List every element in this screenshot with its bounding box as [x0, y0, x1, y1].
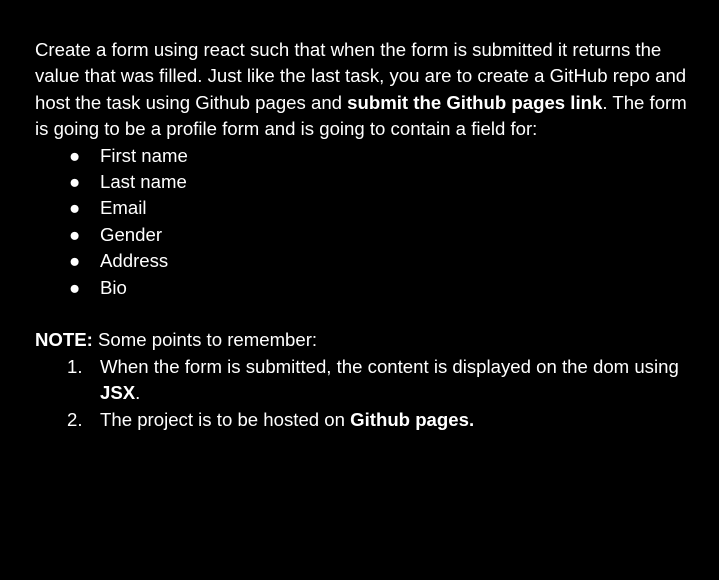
list-item: ● Gender — [35, 222, 695, 248]
note-list: 1. When the form is submitted, the conten… — [35, 354, 695, 433]
note-text: Some points to remember: — [92, 329, 318, 351]
list-item: ● First name — [35, 143, 695, 169]
field-label: Bio — [100, 276, 127, 298]
task-document: Create a form using react such that when… — [35, 37, 695, 433]
item-text: When the form is submitted, the content … — [100, 355, 679, 377]
bullet-icon: ● — [69, 144, 81, 166]
bullet-icon: ● — [69, 171, 81, 193]
intro-paragraph: Create a form using react such that when… — [35, 37, 695, 143]
item-bold: Github pages. — [350, 408, 475, 430]
bullet-icon: ● — [69, 276, 81, 298]
item-number: 2. — [67, 408, 83, 430]
list-item: 2. The project is to be hosted on Github … — [35, 407, 695, 433]
item-text: The project is to be hosted on — [100, 408, 351, 430]
field-label: Gender — [100, 223, 163, 245]
bullet-icon: ● — [69, 223, 81, 245]
list-item: ● Email — [35, 195, 695, 221]
note-label: NOTE: — [35, 329, 93, 351]
list-item: ● Address — [35, 248, 695, 274]
list-item: ● Last name — [35, 169, 695, 195]
field-list: ● First name ● Last name ● Email ● Gender ● A… — [35, 143, 695, 301]
field-label: Email — [100, 197, 147, 219]
field-label: Last name — [100, 171, 187, 193]
note-paragraph: NOTE: Some points to remember: — [35, 327, 695, 353]
bullet-icon: ● — [69, 250, 81, 272]
item-suffix: . — [135, 382, 141, 404]
item-number: 1. — [67, 355, 83, 377]
intro-bold-link-text: submit the Github pages link — [347, 91, 603, 113]
field-label: First name — [100, 144, 188, 166]
bullet-icon: ● — [69, 197, 81, 219]
item-bold: JSX — [100, 382, 136, 404]
list-item: ● Bio — [35, 275, 695, 301]
field-label: Address — [100, 250, 169, 272]
list-item: 1. When the form is submitted, the conten… — [35, 354, 695, 407]
